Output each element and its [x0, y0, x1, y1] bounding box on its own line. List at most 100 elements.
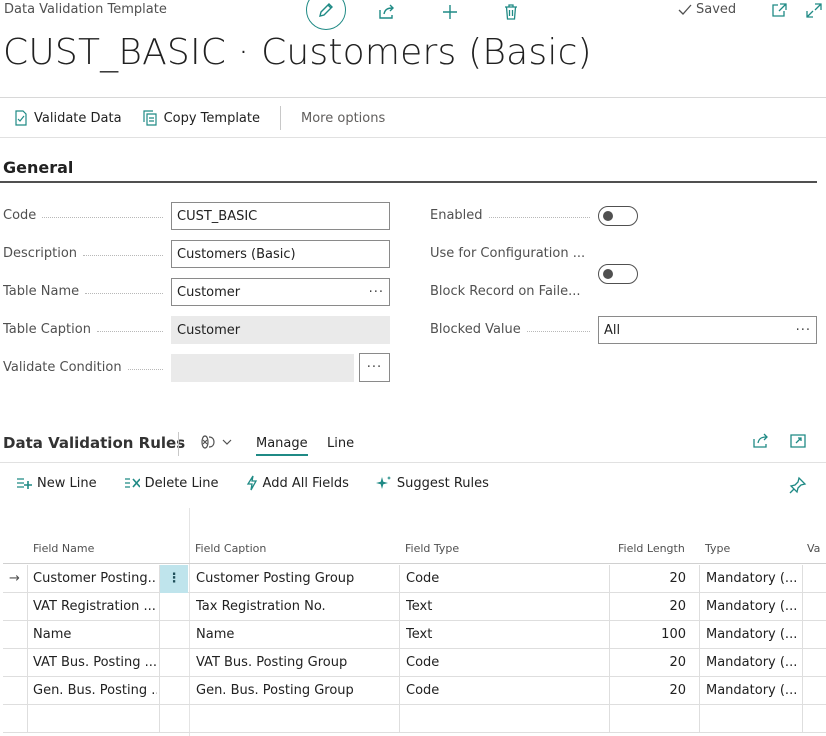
copy-template-button[interactable]: Copy Template [142, 110, 260, 126]
table-row[interactable]: → Customer Posting... ⋮ Customer Posting… [3, 565, 826, 593]
type-cell[interactable]: Mandatory (... [706, 649, 802, 677]
field-type-cell[interactable]: Text [406, 593, 556, 621]
lightning-icon [246, 475, 257, 491]
field-type-cell[interactable]: Code [406, 677, 556, 705]
divider [0, 462, 826, 463]
row-menu-button[interactable]: ⋮ [160, 565, 188, 593]
expand-icon [806, 3, 822, 18]
field-name-cell[interactable]: Customer Posting... [33, 565, 157, 593]
open-new-window-button[interactable] [771, 3, 787, 22]
new-line-button[interactable]: New Line [16, 476, 97, 491]
table-name-field[interactable]: Customer ··· [171, 278, 390, 306]
table-row[interactable]: VAT Bus. Posting ... VAT Bus. Posting Gr… [3, 649, 826, 677]
column-header-field-type[interactable]: Field Type [405, 542, 459, 555]
lines-share-button[interactable] [752, 433, 770, 453]
validate-condition-lookup-button[interactable]: ··· [359, 353, 390, 382]
field-type-cell[interactable]: Code [406, 565, 556, 593]
share-button[interactable] [368, 0, 406, 30]
column-header-value[interactable]: Va [807, 542, 820, 555]
type-cell[interactable]: Mandatory (... [706, 677, 802, 705]
field-caption-cell[interactable]: Customer Posting Group [196, 565, 401, 593]
validate-data-button[interactable]: Validate Data [14, 110, 122, 126]
column-divider [802, 565, 803, 733]
use-for-configuration-label: Use for Configuration ... [430, 246, 586, 261]
field-length-cell[interactable]: 20 [608, 649, 686, 677]
more-options-button[interactable]: More options [301, 111, 385, 126]
copy-icon [142, 110, 157, 126]
field-caption-cell[interactable]: Gen. Bus. Posting Group [196, 677, 401, 705]
action-separator [280, 106, 281, 130]
enabled-label: Enabled [430, 208, 598, 223]
field-length-cell[interactable]: 20 [608, 677, 686, 705]
field-type-cell[interactable]: Text [406, 621, 556, 649]
field-caption-cell[interactable]: Tax Registration No. [196, 593, 401, 621]
lines-separator [178, 432, 179, 456]
field-caption-cell[interactable]: VAT Bus. Posting Group [196, 649, 401, 677]
column-divider [159, 565, 160, 733]
field-length-cell[interactable]: 100 [608, 621, 686, 649]
type-cell[interactable]: Mandatory (... [706, 593, 802, 621]
sparkle-icon [375, 476, 391, 489]
field-name-cell[interactable]: VAT Registration ... [33, 593, 157, 621]
validate-condition-field[interactable] [171, 354, 354, 382]
new-line-label: New Line [37, 475, 97, 491]
general-section-title[interactable]: General [3, 158, 73, 177]
check-icon [678, 4, 692, 15]
lines-section-title[interactable]: Data Validation Rules [3, 434, 185, 452]
field-caption-cell[interactable]: Name [196, 621, 401, 649]
lines-grid: Field Name Field Caption Field Type Fiel… [3, 508, 826, 736]
code-field[interactable]: CUST_BASIC [171, 202, 390, 230]
lines-filter-button[interactable] [200, 434, 232, 450]
new-button[interactable] [431, 0, 469, 30]
column-header-field-name[interactable]: Field Name [33, 542, 94, 555]
field-name-cell[interactable]: VAT Bus. Posting ... [33, 649, 157, 677]
tab-manage[interactable]: Manage [256, 436, 308, 456]
expand-button[interactable] [806, 3, 822, 22]
delete-line-label: Delete Line [144, 475, 219, 491]
enabled-toggle[interactable] [598, 206, 638, 226]
pin-button[interactable] [789, 476, 807, 498]
use-for-configuration-toggle[interactable] [598, 264, 638, 284]
page-title: CUST_BASIC · Customers (Basic) [3, 32, 592, 73]
column-header-field-caption[interactable]: Field Caption [195, 542, 266, 555]
add-all-fields-button[interactable]: Add All Fields [246, 475, 349, 491]
edit-button[interactable] [306, 0, 346, 30]
column-divider [609, 565, 610, 733]
section-underline [0, 181, 817, 183]
delete-button[interactable] [492, 0, 530, 30]
type-cell[interactable]: Mandatory (... [706, 621, 802, 649]
divider [0, 137, 826, 138]
blocked-value-field[interactable]: All ··· [598, 316, 817, 344]
validate-document-icon [15, 110, 27, 126]
validate-data-label: Validate Data [34, 110, 122, 126]
field-type-cell[interactable]: Code [406, 649, 556, 677]
field-length-cell[interactable]: 20 [608, 565, 686, 593]
action-bar: Validate Data Copy Template More options [14, 104, 405, 132]
type-cell[interactable]: Mandatory (... [706, 565, 802, 593]
open-in-new-window-icon [790, 434, 806, 448]
tab-line[interactable]: Line [327, 436, 354, 451]
saved-label: Saved [696, 2, 737, 17]
table-row[interactable]: Gen. Bus. Posting ... Gen. Bus. Posting … [3, 677, 826, 705]
breadcrumb: Data Validation Template [4, 2, 167, 17]
chevron-down-icon [222, 439, 232, 445]
description-label: Description [3, 246, 171, 261]
column-header-field-length[interactable]: Field Length [618, 542, 685, 555]
new-line-icon [17, 478, 32, 489]
description-field[interactable]: Customers (Basic) [171, 240, 390, 268]
trash-icon [505, 4, 517, 20]
column-header-type[interactable]: Type [705, 542, 730, 555]
field-name-cell[interactable]: Name [33, 621, 157, 649]
table-row[interactable]: VAT Registration ... Tax Registration No… [3, 593, 826, 621]
field-length-cell[interactable]: 20 [608, 593, 686, 621]
suggest-rules-button[interactable]: Suggest Rules [375, 475, 489, 491]
blocked-value-lookup-button[interactable]: ··· [796, 323, 811, 338]
table-name-lookup-button[interactable]: ··· [369, 285, 384, 300]
empty-table-row[interactable] [3, 705, 826, 733]
field-name-cell[interactable]: Gen. Bus. Posting ... [33, 677, 157, 705]
table-row[interactable]: Name Name Text 100 Mandatory (... [3, 621, 826, 649]
lines-open-page-button[interactable] [790, 433, 807, 453]
delete-line-button[interactable]: Delete Line [124, 476, 219, 491]
blocked-value-label: Blocked Value [430, 322, 598, 337]
validate-condition-label: Validate Condition [3, 360, 171, 375]
